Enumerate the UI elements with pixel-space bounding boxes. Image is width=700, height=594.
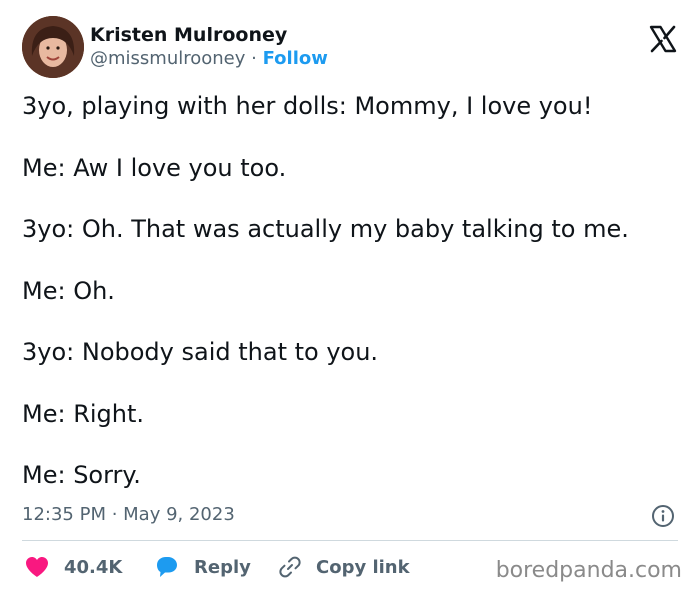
separator-dot: · (251, 48, 257, 69)
tweet-paragraph: 3yo: Oh. That was actually my baby talki… (22, 215, 629, 243)
tweet-header: Kristen Mulrooney @missmulrooney · Follo… (22, 16, 678, 78)
display-name[interactable]: Kristen Mulrooney (90, 24, 328, 46)
avatar[interactable] (22, 16, 84, 78)
tweet-paragraph: Me: Aw I love you too. (22, 153, 287, 182)
tweet-timestamp[interactable]: 12:35 PM · May 9, 2023 (22, 502, 235, 528)
reply-label: Reply (194, 556, 251, 578)
user-info: Kristen Mulrooney @missmulrooney · Follo… (90, 24, 328, 72)
reply-button[interactable]: Reply (154, 552, 251, 582)
heart-icon (26, 557, 48, 577)
x-logo-icon[interactable] (648, 24, 678, 54)
divider (22, 540, 678, 541)
watermark: boredpanda.com (495, 558, 682, 583)
copy-link-button[interactable]: Copy link (278, 552, 410, 582)
tweet-paragraph: Me: Right. (22, 399, 145, 428)
tweet-paragraph: 3yo, playing with her dolls: Mommy, I lo… (22, 92, 593, 120)
tweet-paragraph: Me: Oh. (22, 276, 115, 305)
tweet-body: 3yo, playing with her dolls: Mommy, I lo… (22, 90, 682, 521)
link-icon (279, 556, 301, 578)
tweet-paragraph: Me: Sorry. (22, 461, 141, 489)
follow-button[interactable]: Follow (263, 48, 328, 69)
speech-bubble-icon (157, 557, 177, 577)
like-button[interactable]: 40.4K (24, 552, 122, 582)
copy-link-label: Copy link (316, 556, 410, 578)
like-count: 40.4K (64, 556, 123, 578)
handle[interactable]: @missmulrooney (90, 48, 245, 69)
handle-line: @missmulrooney · Follow (90, 46, 328, 72)
info-icon[interactable] (651, 504, 675, 528)
tweet-paragraph: 3yo: Nobody said that to you. (22, 338, 379, 366)
